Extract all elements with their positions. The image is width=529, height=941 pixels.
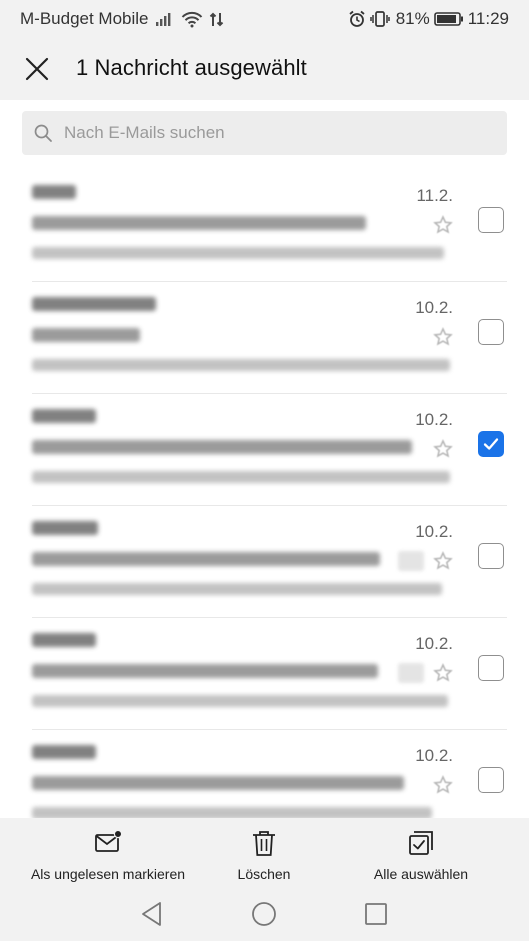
battery-icon — [433, 11, 464, 27]
mail-date: 10.2. — [415, 746, 453, 765]
select-checkbox-checked[interactable] — [478, 431, 504, 457]
bottom-action-bar: Als ungelesen markieren Löschen Alle aus… — [0, 818, 529, 888]
star-icon[interactable] — [433, 551, 453, 571]
delete-label: Löschen — [237, 866, 291, 882]
select-checkbox[interactable] — [478, 207, 504, 233]
checkmark-icon — [483, 438, 499, 450]
close-icon — [25, 57, 49, 81]
redacted-preview — [32, 247, 444, 259]
selection-title-bar: 1 Nachricht ausgewählt — [0, 38, 529, 100]
mail-date: 10.2. — [415, 410, 453, 429]
select-all-button[interactable]: Alle auswählen — [372, 828, 470, 884]
system-nav-bar — [0, 888, 529, 941]
back-triangle-icon — [142, 902, 161, 926]
clock-time: 11:29 — [467, 9, 509, 28]
redacted-preview — [32, 359, 450, 371]
status-right: 81% 11:29 — [348, 9, 509, 29]
mail-list-item[interactable]: 11.2. — [0, 170, 529, 282]
recents-square-icon — [365, 903, 387, 925]
redacted-sender — [32, 521, 98, 535]
battery-percent: 81% — [395, 9, 430, 28]
nav-home-button[interactable] — [250, 900, 278, 928]
mail-date: 11.2. — [416, 186, 453, 205]
mail-date: 10.2. — [415, 298, 453, 317]
star-icon[interactable] — [433, 663, 453, 683]
redacted-preview — [32, 695, 448, 707]
mail-list: 11.2. 10.2. 10.2. 10.2. 10.2. 10.2. — [0, 170, 529, 818]
redacted-subject — [32, 664, 378, 678]
mail-list-item[interactable]: 10.2. — [0, 282, 529, 394]
page-title: 1 Nachricht ausgewählt — [76, 55, 307, 80]
trash-icon — [253, 831, 275, 856]
status-left: M-Budget Mobile — [20, 9, 225, 29]
search-input[interactable] — [64, 111, 494, 155]
nav-recents-button[interactable] — [362, 900, 390, 928]
select-checkbox[interactable] — [478, 543, 504, 569]
mail-list-item[interactable]: 10.2. — [0, 506, 529, 618]
mail-list-item[interactable]: 10.2. — [0, 394, 529, 506]
data-activity-icon — [209, 11, 225, 28]
mail-date: 10.2. — [415, 634, 453, 653]
redacted-subject — [32, 328, 140, 342]
star-icon[interactable] — [433, 775, 453, 795]
mail-list-item[interactable]: 10.2. — [0, 730, 529, 818]
search-icon — [34, 124, 52, 142]
star-icon[interactable] — [433, 327, 453, 347]
select-checkbox[interactable] — [478, 319, 504, 345]
mark-unread-button[interactable]: Als ungelesen markieren — [30, 828, 186, 884]
mark-unread-label: Als ungelesen markieren — [30, 866, 186, 882]
vibrate-icon — [369, 10, 390, 28]
select-checkbox[interactable] — [478, 655, 504, 681]
select-all-icon — [409, 831, 433, 855]
alarm-icon — [348, 10, 366, 28]
redacted-sender — [32, 297, 156, 311]
wifi-icon — [181, 11, 203, 28]
select-all-label: Alle auswählen — [373, 866, 469, 882]
mail-list-item[interactable]: 10.2. — [0, 618, 529, 730]
redacted-preview — [32, 471, 450, 483]
redacted-sender — [32, 633, 96, 647]
redacted-subject — [32, 440, 412, 454]
close-selection-button[interactable] — [20, 52, 54, 86]
search-box[interactable] — [22, 111, 507, 155]
redacted-subject — [32, 552, 380, 566]
status-bar: M-Budget Mobile 81% 11:29 — [0, 0, 529, 38]
redacted-sender — [32, 745, 96, 759]
nav-back-button[interactable] — [138, 900, 166, 928]
attachment-icon — [398, 551, 424, 571]
carrier-name: M-Budget Mobile — [20, 9, 149, 28]
redacted-sender — [32, 185, 76, 199]
mail-content: 11.2. 10.2. 10.2. — [0, 100, 529, 818]
redacted-sender — [32, 409, 96, 423]
attachment-icon — [398, 663, 424, 683]
mail-unread-icon — [95, 829, 123, 852]
redacted-preview — [32, 583, 442, 595]
delete-button[interactable]: Löschen — [230, 828, 298, 884]
select-checkbox[interactable] — [478, 767, 504, 793]
star-icon[interactable] — [433, 439, 453, 459]
redacted-subject — [32, 216, 366, 230]
redacted-preview — [32, 807, 432, 818]
mail-date: 10.2. — [415, 522, 453, 541]
home-circle-icon — [252, 902, 276, 926]
star-icon[interactable] — [433, 215, 453, 235]
signal-icon — [155, 11, 175, 27]
redacted-subject — [32, 776, 404, 790]
